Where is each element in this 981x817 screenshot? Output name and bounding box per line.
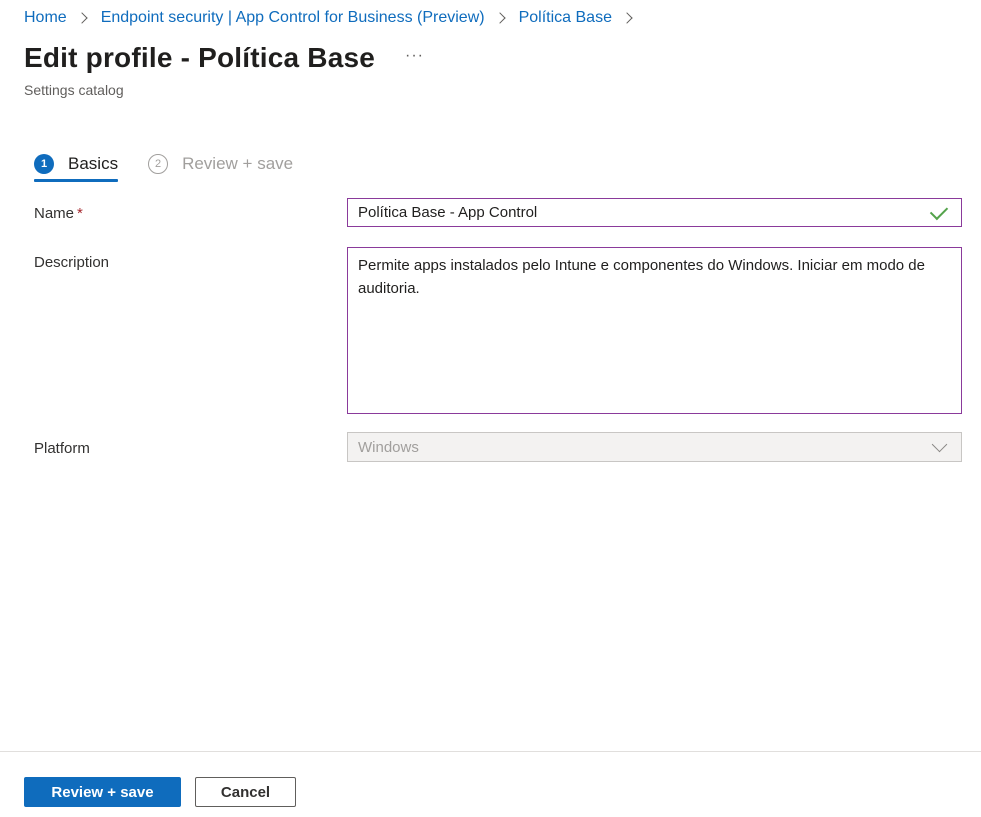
cancel-button[interactable]: Cancel (195, 777, 296, 807)
title-row: Edit profile - Política Base ··· (24, 42, 424, 74)
platform-dropdown: Windows (347, 432, 962, 462)
review-save-button[interactable]: Review + save (24, 777, 181, 807)
page-title: Edit profile - Política Base (24, 42, 376, 73)
name-label: Name * (34, 205, 83, 222)
step-number-badge: 1 (34, 154, 54, 174)
more-options-icon[interactable]: ··· (405, 47, 424, 65)
breadcrumb: Home Endpoint security | App Control for… (24, 9, 646, 27)
platform-label: Platform (34, 440, 90, 457)
name-label-text: Name (34, 205, 75, 222)
chevron-down-icon (931, 436, 948, 452)
tab-basics[interactable]: 1 Basics (34, 147, 119, 182)
name-field-value: Política Base - App Control (358, 204, 538, 221)
chevron-right-icon (76, 12, 88, 24)
required-marker: * (77, 205, 83, 222)
wizard-tabs: 1 Basics 2 Review + save (34, 147, 293, 182)
breadcrumb-home[interactable]: Home (24, 9, 67, 27)
step-number-badge: 2 (148, 154, 169, 174)
platform-value: Windows (358, 438, 419, 456)
chevron-right-icon (493, 12, 506, 24)
description-label: Description (34, 254, 110, 271)
footer-divider (0, 751, 981, 752)
tab-label: Review + save (182, 154, 294, 173)
page-subtitle: Settings catalog (24, 82, 124, 98)
checkmark-icon (929, 201, 949, 220)
breadcrumb-policy[interactable]: Política Base (519, 9, 612, 27)
tab-review-save[interactable]: 2 Review + save (148, 147, 293, 181)
description-field[interactable]: Permite apps instalados pelo Intune e co… (347, 247, 962, 414)
chevron-right-icon (621, 12, 633, 24)
name-field[interactable]: Política Base - App Control (347, 198, 962, 227)
breadcrumb-endpoint-security[interactable]: Endpoint security | App Control for Busi… (101, 9, 485, 27)
tab-label: Basics (68, 154, 119, 173)
